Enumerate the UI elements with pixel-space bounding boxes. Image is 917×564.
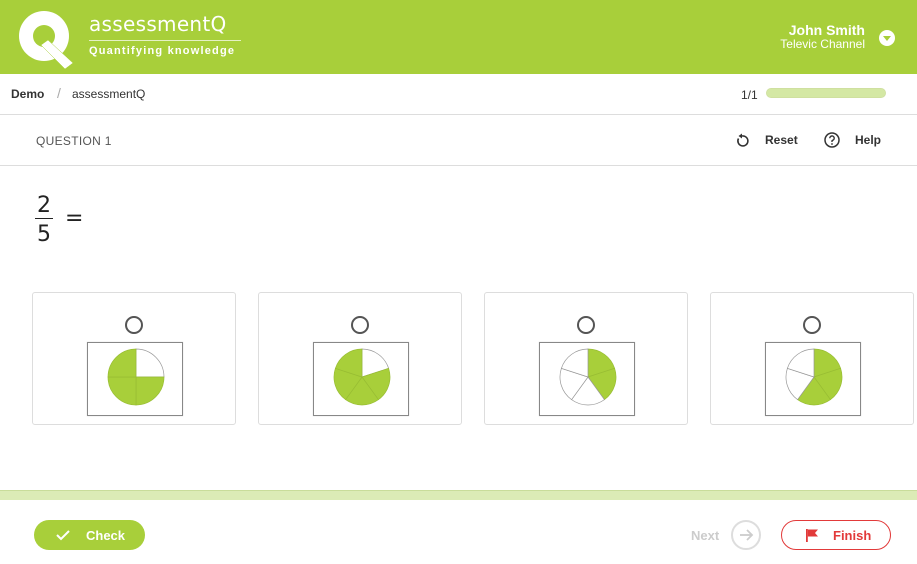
pie-chart <box>559 348 617 406</box>
pie-chart <box>107 348 165 406</box>
check-icon <box>56 530 70 541</box>
brand-tagline: Quantifying knowledge <box>89 45 236 57</box>
progress-count: 1/1 <box>741 88 758 102</box>
pie-slice-filled <box>107 376 137 406</box>
breadcrumb-item-assessmentq: assessmentQ <box>72 87 146 101</box>
brand-name: assessmentQ <box>89 12 227 36</box>
user-channel[interactable]: Televic Channel <box>780 37 865 51</box>
question-label: QUESTION 1 <box>36 134 112 148</box>
finish-button[interactable]: Finish <box>781 520 891 550</box>
pie-chart <box>333 348 391 406</box>
next-button-label[interactable]: Next <box>691 528 719 543</box>
pie-chart <box>785 348 843 406</box>
option-image <box>313 342 409 416</box>
question-toolbar: QUESTION 1 Reset Help <box>0 115 917 166</box>
answer-option-1[interactable] <box>32 292 236 425</box>
option-radio[interactable] <box>351 316 369 334</box>
answer-option-4[interactable] <box>710 292 914 425</box>
finish-button-label: Finish <box>833 528 872 543</box>
breadcrumb-separator: / <box>57 85 61 101</box>
fraction-denominator: 5 <box>37 222 51 247</box>
option-radio[interactable] <box>803 316 821 334</box>
arrow-right-icon[interactable] <box>731 520 761 550</box>
chevron-down-icon[interactable] <box>879 30 895 46</box>
fraction-bar <box>35 218 53 219</box>
flag-icon <box>806 529 818 542</box>
check-button-label: Check <box>86 528 126 543</box>
reset-button[interactable]: Reset <box>765 133 798 147</box>
app-header: assessmentQ Quantifying knowledge John S… <box>0 0 917 74</box>
progress-fill <box>767 89 885 97</box>
breadcrumb-item-demo[interactable]: Demo <box>11 87 44 101</box>
help-icon[interactable] <box>824 132 840 148</box>
reset-icon[interactable] <box>734 133 750 149</box>
user-name[interactable]: John Smith <box>789 22 865 38</box>
pie-slice-filled <box>107 348 137 378</box>
footer-divider <box>0 490 917 500</box>
breadcrumb-bar: Demo / assessmentQ 1/1 <box>0 74 917 115</box>
option-image <box>539 342 635 416</box>
option-radio[interactable] <box>577 316 595 334</box>
progress-bar <box>766 88 886 98</box>
pie-slice-filled <box>135 376 165 406</box>
option-image <box>87 342 183 416</box>
brand-divider <box>89 40 241 41</box>
q-logo-icon <box>19 11 74 69</box>
option-image <box>765 342 861 416</box>
option-radio[interactable] <box>125 316 143 334</box>
equals-sign: = <box>65 206 84 231</box>
fraction-numerator: 2 <box>37 193 51 218</box>
help-button[interactable]: Help <box>855 133 881 147</box>
check-button[interactable]: Check <box>34 520 145 550</box>
pie-slice-empty <box>135 348 165 378</box>
answer-option-3[interactable] <box>484 292 688 425</box>
answer-option-2[interactable] <box>258 292 462 425</box>
